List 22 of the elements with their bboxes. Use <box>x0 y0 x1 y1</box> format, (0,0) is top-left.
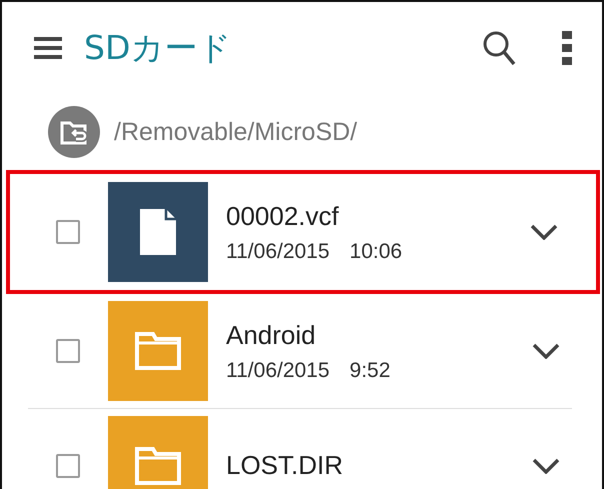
search-icon[interactable] <box>482 30 516 66</box>
file-date: 11/06/2015 <box>226 240 330 264</box>
file-name: 00002.vcf <box>226 200 340 232</box>
chevron-down-icon[interactable] <box>530 224 558 240</box>
document-icon <box>108 182 208 282</box>
chevron-down-icon[interactable] <box>532 458 560 474</box>
app-title: SDカード <box>84 26 232 68</box>
file-time: 10:06 <box>350 240 402 264</box>
highlighted-file-row[interactable]: 00002.vcf 11/06/2015 10:06 <box>6 170 600 294</box>
checkbox[interactable] <box>56 339 80 363</box>
more-options-icon[interactable] <box>562 31 572 65</box>
checkbox[interactable] <box>56 454 80 478</box>
file-name: Android <box>226 320 317 350</box>
file-time: 9:52 <box>350 358 390 382</box>
menu-icon[interactable] <box>34 36 62 60</box>
file-name: LOST.DIR <box>226 450 344 481</box>
folder-return-icon[interactable] <box>48 106 100 158</box>
file-date: 11/06/2015 <box>226 358 330 382</box>
folder-path: /Removable/MicroSD/ <box>114 118 358 146</box>
chevron-down-icon[interactable] <box>532 343 560 359</box>
checkbox[interactable] <box>56 220 80 244</box>
folder-icon <box>108 301 208 401</box>
